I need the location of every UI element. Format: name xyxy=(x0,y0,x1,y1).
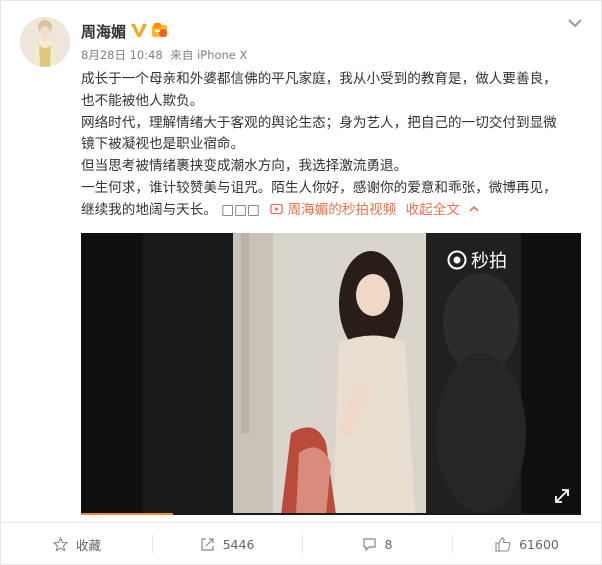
like-count: 61600 xyxy=(519,536,559,552)
video-player[interactable]: 秒拍 xyxy=(81,233,581,515)
post-meta: 8月28日 10:48 来自 iPhone X xyxy=(81,47,247,63)
post-text-line: 一生何求，谁计较赞美与诅咒。陌生人你好，感谢你的爱意和乖张，微博再见， xyxy=(81,179,557,196)
action-bar: 收藏 5446 8 61600 xyxy=(2,522,602,565)
comment-count: 8 xyxy=(384,536,393,552)
favorite-button[interactable]: 收藏 xyxy=(2,523,152,565)
miaopai-label: 秒拍 xyxy=(471,251,507,272)
emoji-placeholder: □□□ xyxy=(221,201,260,218)
post-text-line: 网络时代，理解情绪大于客观的舆论生态；身为艺人，把自己的一切交付到显微 xyxy=(81,114,557,131)
fullscreen-icon[interactable] xyxy=(553,487,571,505)
video-progress-track[interactable] xyxy=(173,513,581,515)
post-text-line: 但当思考被情绪裹挟变成潮水方向，我选择激流勇退。 xyxy=(81,158,408,175)
post-source[interactable]: iPhone X xyxy=(197,48,247,62)
repost-icon xyxy=(200,537,214,551)
comment-button[interactable]: 8 xyxy=(302,523,452,565)
video-frame xyxy=(81,233,581,515)
post-timestamp[interactable]: 8月28日 10:48 xyxy=(81,48,163,62)
post-text-line: 成长于一个母亲和外婆都信佛的平凡家庭，我从小受到的教育是，做人要善良， xyxy=(81,71,557,87)
video-link-icon xyxy=(270,203,283,214)
repost-button[interactable]: 5446 xyxy=(152,523,302,565)
chevron-down-icon[interactable] xyxy=(567,17,583,29)
source-prefix: 来自 xyxy=(170,48,194,62)
post-text-line-last: 继续我的地阔与天长。 □□□ 周海媚的秒拍视频 收起全文 xyxy=(81,200,586,222)
miaopai-logo-icon xyxy=(447,250,467,270)
miaopai-watermark: 秒拍 xyxy=(447,247,507,273)
thumbs-up-icon xyxy=(495,536,511,552)
video-link-label: 周海媚的秒拍视频 xyxy=(287,201,397,218)
collapse-text-button[interactable]: 收起全文 xyxy=(406,202,481,218)
post-text-line: 镜下被凝视也是职业宿命。 xyxy=(81,136,245,153)
video-link[interactable]: 周海媚的秒拍视频 xyxy=(270,202,400,218)
verified-v-icon xyxy=(131,24,147,37)
video-progress-played xyxy=(81,513,173,515)
star-icon xyxy=(52,536,68,552)
favorite-label: 收藏 xyxy=(75,537,101,553)
avatar[interactable] xyxy=(20,17,70,67)
weibo-post-card: 周海媚 8月28日 10:48 来自 iPhone X 成长于一个母亲和外婆都信… xyxy=(0,0,602,565)
post-text-line: 继续我的地阔与天长。 xyxy=(81,201,217,218)
like-button[interactable]: 61600 xyxy=(452,523,602,565)
username[interactable]: 周海媚 xyxy=(81,21,126,42)
post-content: 成长于一个母亲和外婆都信佛的平凡家庭，我从小受到的教育是，做人要善良， 也不能被… xyxy=(81,69,586,222)
comment-icon xyxy=(362,537,376,551)
chevron-up-icon xyxy=(469,205,479,212)
member-badge-icon[interactable] xyxy=(151,22,169,39)
repost-count: 5446 xyxy=(222,536,255,552)
collapse-label: 收起全文 xyxy=(405,201,460,218)
post-text-line: 也不能被他人欺负。 xyxy=(81,92,204,109)
